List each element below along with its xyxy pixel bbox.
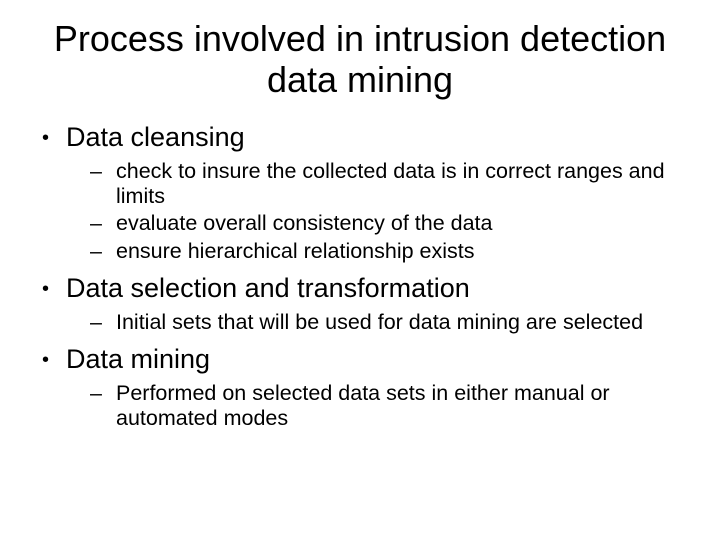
sub-list: Performed on selected data sets in eithe…: [66, 381, 684, 432]
sub-item: check to insure the collected data is in…: [66, 159, 684, 210]
bullet-text: Data cleansing: [66, 122, 245, 152]
list-item: Data selection and transformation Initia…: [36, 272, 684, 335]
sub-list: Initial sets that will be used for data …: [66, 310, 684, 335]
sub-item: ensure hierarchical relationship exists: [66, 239, 684, 264]
slide: Process involved in intrusion detection …: [0, 0, 720, 540]
sub-item: evaluate overall consistency of the data: [66, 211, 684, 236]
bullet-text: Data mining: [66, 344, 210, 374]
sub-list: check to insure the collected data is in…: [66, 159, 684, 264]
bullet-text: Data selection and transformation: [66, 273, 470, 303]
list-item: Data cleansing check to insure the colle…: [36, 121, 684, 264]
slide-title: Process involved in intrusion detection …: [36, 18, 684, 101]
sub-item: Performed on selected data sets in eithe…: [66, 381, 684, 432]
list-item: Data mining Performed on selected data s…: [36, 343, 684, 431]
sub-item: Initial sets that will be used for data …: [66, 310, 684, 335]
bullet-list: Data cleansing check to insure the colle…: [36, 121, 684, 432]
